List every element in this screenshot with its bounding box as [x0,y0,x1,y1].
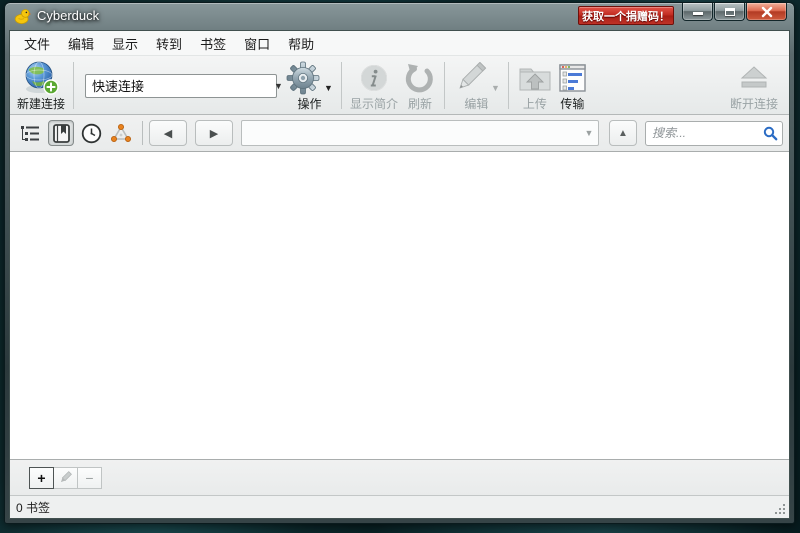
action-button[interactable]: ▼ 操作 [283,58,336,113]
menu-bar: 文件 编辑 显示 转到 书签 窗口 帮助 [10,31,789,56]
bookmark-icon [53,124,70,143]
bookmark-list[interactable] [10,152,789,459]
edit-bookmark-button[interactable] [53,467,78,489]
eject-icon [738,59,770,97]
action-label: 操作 [297,97,321,111]
bookmark-count: 0 书签 [16,499,50,516]
history-view-button[interactable] [78,120,104,146]
donate-button[interactable]: 获取一个捐赠码！ [578,6,674,25]
back-icon: ◀ [164,127,172,140]
pencil-icon [453,62,487,94]
info-icon [359,59,389,97]
menu-file[interactable]: 文件 [15,31,59,56]
quick-connect-combo[interactable]: ▼ [85,74,277,98]
client-area: 文件 编辑 显示 转到 书签 窗口 帮助 [9,30,790,519]
add-bookmark-button[interactable]: + [29,467,54,489]
toolbar-separator [73,62,74,109]
forward-icon: ▶ [210,127,218,140]
get-info-label: 显示简介 [350,97,398,111]
bonjour-icon [109,123,133,144]
new-connection-button[interactable]: 新建连接 [14,58,68,113]
toolbar-separator [444,62,445,109]
gear-icon [286,61,320,95]
outline-view-button[interactable] [18,120,44,146]
clock-icon [81,123,102,144]
disconnect-button[interactable]: 断开连接 [727,58,781,113]
menu-help[interactable]: 帮助 [279,31,323,56]
menu-go[interactable]: 转到 [147,31,191,56]
title-bar[interactable]: Cyberduck 获取一个捐赠码！ [5,3,794,30]
minus-icon: − [85,470,93,486]
toolbar-spacer [589,58,727,113]
close-button[interactable] [746,3,787,21]
bonjour-view-button[interactable] [108,120,134,146]
menu-edit[interactable]: 编辑 [59,31,103,56]
forward-button[interactable]: ▶ [195,120,233,146]
pencil-small-icon [59,471,72,484]
transfers-button[interactable]: 传输 [556,58,589,113]
close-icon [761,6,773,18]
disconnect-label: 断开连接 [730,97,778,111]
up-icon: ▲ [618,128,628,139]
browser-bar-separator [142,121,143,145]
toolbar-separator [508,62,509,109]
minimize-button[interactable] [682,3,713,21]
cyberduck-window: Cyberduck 获取一个捐赠码！ 文件 编辑 显示 转到 [4,2,795,524]
new-connection-label: 新建连接 [17,97,65,111]
go-up-button[interactable]: ▲ [609,120,637,146]
quick-connect-input[interactable] [86,78,274,93]
resize-grip[interactable] [774,503,786,515]
path-dropdown[interactable]: ▼ [241,120,599,146]
path-dropdown-icon: ▼ [580,128,598,138]
refresh-button[interactable]: 刷新 [401,58,439,113]
menu-window[interactable]: 窗口 [235,31,279,56]
toolbar-separator [341,62,342,109]
maximize-button[interactable] [714,3,745,21]
maximize-icon [725,8,735,16]
outline-view-icon [21,125,41,142]
edit-button[interactable]: ▼ 编辑 [450,58,503,113]
main-toolbar: 新建连接 ▼ [10,56,789,115]
get-info-button[interactable]: 显示简介 [347,58,401,113]
remove-bookmark-button[interactable]: − [77,467,102,489]
window-title: Cyberduck [37,8,99,23]
upload-button[interactable]: 上传 [514,58,556,113]
refresh-icon [404,59,436,97]
plus-icon: + [37,470,45,486]
caption-buttons [681,3,787,21]
action-dropdown-icon: ▼ [324,83,333,97]
edit-label: 编辑 [464,97,488,111]
globe-plus-icon [22,59,60,97]
refresh-label: 刷新 [408,97,432,111]
bookmarks-view-button[interactable] [48,120,74,146]
desktop: Cyberduck 获取一个捐赠码！ 文件 编辑 显示 转到 [0,0,800,533]
browser-bar: ◀ ▶ ▼ ▲ [10,115,789,152]
menu-bookmark[interactable]: 书签 [191,31,235,56]
menu-view[interactable]: 显示 [103,31,147,56]
transfers-label: 传输 [560,97,584,111]
transfers-icon [559,59,586,97]
quick-connect-wrap: ▼ [85,58,277,113]
search-box [645,121,783,146]
search-icon[interactable] [763,126,778,141]
folder-upload-icon [517,59,553,97]
upload-label: 上传 [523,97,547,111]
edit-dropdown-icon: ▼ [491,83,500,97]
quick-connect-dropdown-icon[interactable]: ▼ [274,81,283,91]
bookmark-toolbar: + − [10,459,789,495]
minimize-icon [693,12,703,15]
search-input[interactable] [652,126,763,140]
status-bar: 0 书签 [10,495,789,518]
duck-icon [14,8,31,25]
donate-label: 获取一个捐赠码！ [582,8,670,24]
back-button[interactable]: ◀ [149,120,187,146]
